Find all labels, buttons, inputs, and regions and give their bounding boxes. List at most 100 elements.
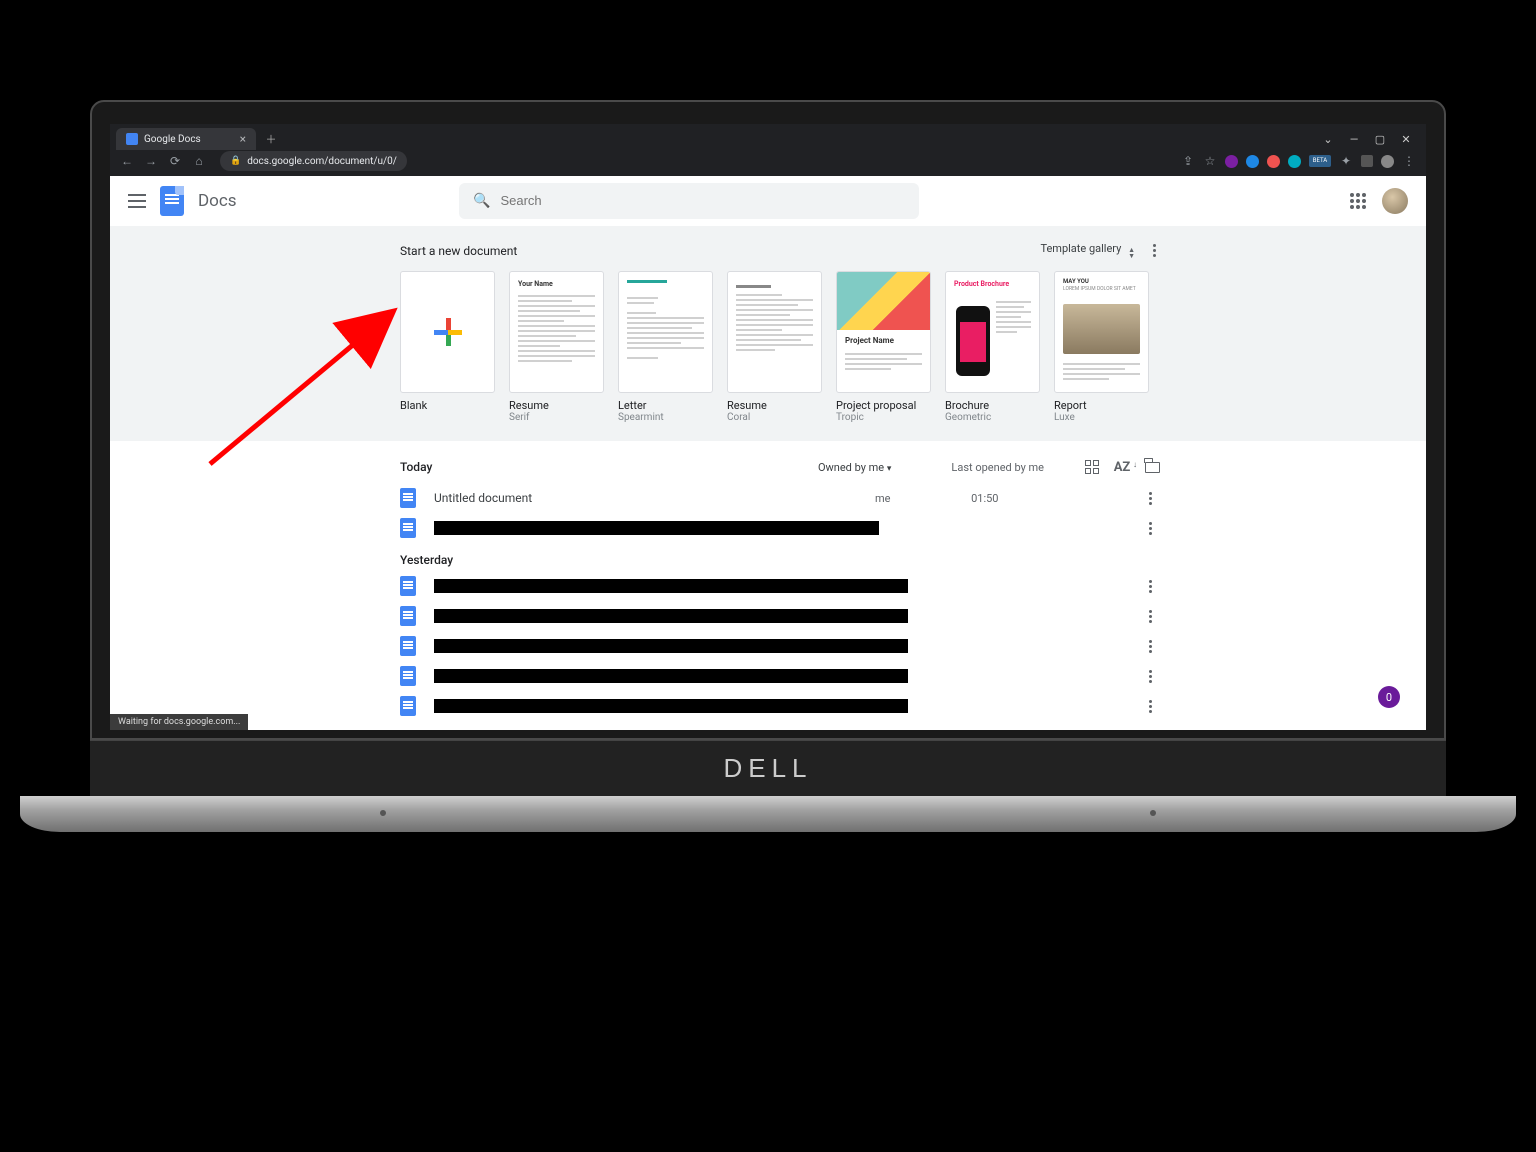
browser-address-bar: ← → ⟳ ⌂ 🔒 docs.google.com/document/u/0/ … <box>110 150 1426 176</box>
window-caret-icon[interactable]: ⌄ <box>1322 133 1334 146</box>
document-row[interactable] <box>400 661 1160 691</box>
browser-menu-icon[interactable]: ⋮ <box>1402 154 1416 168</box>
redacted-content <box>434 609 908 623</box>
template-resume-serif[interactable]: Your Name Resume Serif <box>509 271 604 423</box>
close-tab-icon[interactable]: × <box>240 133 246 145</box>
tab-title: Google Docs <box>144 134 201 145</box>
laptop-base <box>20 796 1516 832</box>
extension-icon[interactable] <box>1225 155 1238 168</box>
redacted-content <box>434 521 879 535</box>
omnibox[interactable]: 🔒 docs.google.com/document/u/0/ <box>220 151 407 171</box>
row-more-button[interactable] <box>1145 488 1156 509</box>
extension-icon[interactable] <box>1267 155 1280 168</box>
window-controls: ⌄ ― ▢ ✕ <box>1322 133 1420 146</box>
redacted-content <box>434 669 908 683</box>
document-row[interactable] <box>400 601 1160 631</box>
document-name: Untitled document <box>434 491 654 505</box>
window-minimize-icon[interactable]: ― <box>1348 133 1360 146</box>
lock-icon: 🔒 <box>230 156 241 166</box>
document-row[interactable] <box>400 691 1160 721</box>
open-file-picker-button[interactable] <box>1144 459 1160 475</box>
extensions-puzzle-icon[interactable]: ✦ <box>1339 154 1353 168</box>
browser-status-bar: Waiting for docs.google.com... <box>110 714 248 730</box>
section-prev7-label: Previous 7 days <box>400 721 1160 730</box>
laptop-frame: Google Docs × ＋ ⌄ ― ▢ ✕ ← → ⟳ ⌂ <box>90 100 1446 840</box>
docs-file-icon <box>400 636 416 656</box>
extension-icon[interactable] <box>1246 155 1259 168</box>
docs-appbar: Docs 🔍 <box>110 176 1426 226</box>
new-tab-button[interactable]: ＋ <box>262 130 280 148</box>
browser-tab-active[interactable]: Google Docs × <box>116 128 256 150</box>
extension-beta-icon[interactable]: BETA <box>1309 155 1331 167</box>
search-box[interactable]: 🔍 <box>459 183 919 219</box>
grid-view-button[interactable] <box>1084 459 1100 475</box>
plus-icon <box>434 318 462 346</box>
template-resume-coral[interactable]: Resume Coral <box>727 271 822 423</box>
nav-forward-icon[interactable]: → <box>144 154 158 168</box>
docs-file-icon <box>400 666 416 686</box>
template-more-button[interactable] <box>1149 240 1160 261</box>
redacted-content <box>434 639 908 653</box>
template-gallery-section: Start a new document Template gallery ▲▼ <box>110 226 1426 441</box>
status-text: Waiting for docs.google.com... <box>118 717 240 727</box>
nav-home-icon[interactable]: ⌂ <box>192 154 206 168</box>
chevron-down-icon: ▾ <box>887 464 892 474</box>
omnibox-url: docs.google.com/document/u/0/ <box>247 156 397 167</box>
star-icon[interactable]: ☆ <box>1203 154 1217 168</box>
row-more-button[interactable] <box>1145 696 1156 717</box>
docs-file-icon <box>400 606 416 626</box>
row-more-button[interactable] <box>1145 576 1156 597</box>
expand-collapse-icon: ▲▼ <box>1128 247 1135 259</box>
browser-chrome: Google Docs × ＋ ⌄ ― ▢ ✕ ← → ⟳ ⌂ <box>110 124 1426 176</box>
extension-icon[interactable] <box>1361 155 1373 167</box>
docs-file-icon <box>400 488 416 508</box>
template-heading: Start a new document <box>400 244 517 258</box>
document-owner: me <box>801 492 891 505</box>
template-row: Blank Your Name Resume Serif Letter Spea… <box>400 271 1160 423</box>
search-icon: 🔍 <box>473 193 490 209</box>
row-more-button[interactable] <box>1145 666 1156 687</box>
section-yesterday-label: Yesterday <box>400 543 1160 571</box>
docs-file-icon <box>400 696 416 716</box>
browser-tabstrip: Google Docs × ＋ ⌄ ― ▢ ✕ <box>110 124 1426 150</box>
sort-az-button[interactable]: AZ <box>1114 459 1130 475</box>
template-letter-spearmint[interactable]: Letter Spearmint <box>618 271 713 423</box>
document-row[interactable]: Untitled document me 01:50 <box>400 483 1160 513</box>
row-more-button[interactable] <box>1145 606 1156 627</box>
template-gallery-button[interactable]: Template gallery ▲▼ <box>1040 242 1135 259</box>
sort-label: Last opened by me <box>951 461 1044 474</box>
document-row[interactable] <box>400 631 1160 661</box>
template-report[interactable]: MAY YOULOREM IPSUM DOLOR SIT AMET Report… <box>1054 271 1149 423</box>
share-icon[interactable]: ⇪ <box>1181 154 1195 168</box>
nav-back-icon[interactable]: ← <box>120 154 134 168</box>
account-avatar[interactable] <box>1382 188 1408 214</box>
browser-extension-tray: ⇪ ☆ BETA ✦ ⋮ <box>1181 154 1416 168</box>
list-controls: Today Owned by me ▾ Last opened by me AZ <box>400 451 1160 483</box>
docs-favicon-icon <box>126 133 138 145</box>
window-close-icon[interactable]: ✕ <box>1400 133 1412 146</box>
docs-file-icon <box>400 576 416 596</box>
row-more-button[interactable] <box>1145 518 1156 539</box>
window-maximize-icon[interactable]: ▢ <box>1374 133 1386 146</box>
laptop-bezel: Google Docs × ＋ ⌄ ― ▢ ✕ ← → ⟳ ⌂ <box>90 100 1446 740</box>
section-today-label: Today <box>400 460 432 474</box>
redacted-content <box>434 699 908 713</box>
floating-badge[interactable]: 0 <box>1378 686 1400 708</box>
row-more-button[interactable] <box>1145 636 1156 657</box>
laptop-brand-label: DELL <box>90 740 1446 796</box>
template-blank[interactable]: Blank <box>400 271 495 423</box>
google-apps-button[interactable] <box>1350 193 1366 209</box>
document-row[interactable] <box>400 571 1160 601</box>
nav-reload-icon[interactable]: ⟳ <box>168 154 182 168</box>
template-brochure[interactable]: Product Brochure Brochure Geometric <box>945 271 1040 423</box>
extension-icon[interactable] <box>1288 155 1301 168</box>
document-row[interactable] <box>400 513 1160 543</box>
docs-logo-icon[interactable] <box>160 186 184 216</box>
owned-by-dropdown[interactable]: Owned by me ▾ <box>818 461 891 474</box>
search-input[interactable] <box>500 193 905 208</box>
browser-profile-icon[interactable] <box>1381 155 1394 168</box>
template-project-proposal[interactable]: Project proposal Tropic <box>836 271 931 423</box>
main-menu-button[interactable] <box>128 194 146 208</box>
docs-file-icon <box>400 518 416 538</box>
redacted-content <box>434 579 908 593</box>
